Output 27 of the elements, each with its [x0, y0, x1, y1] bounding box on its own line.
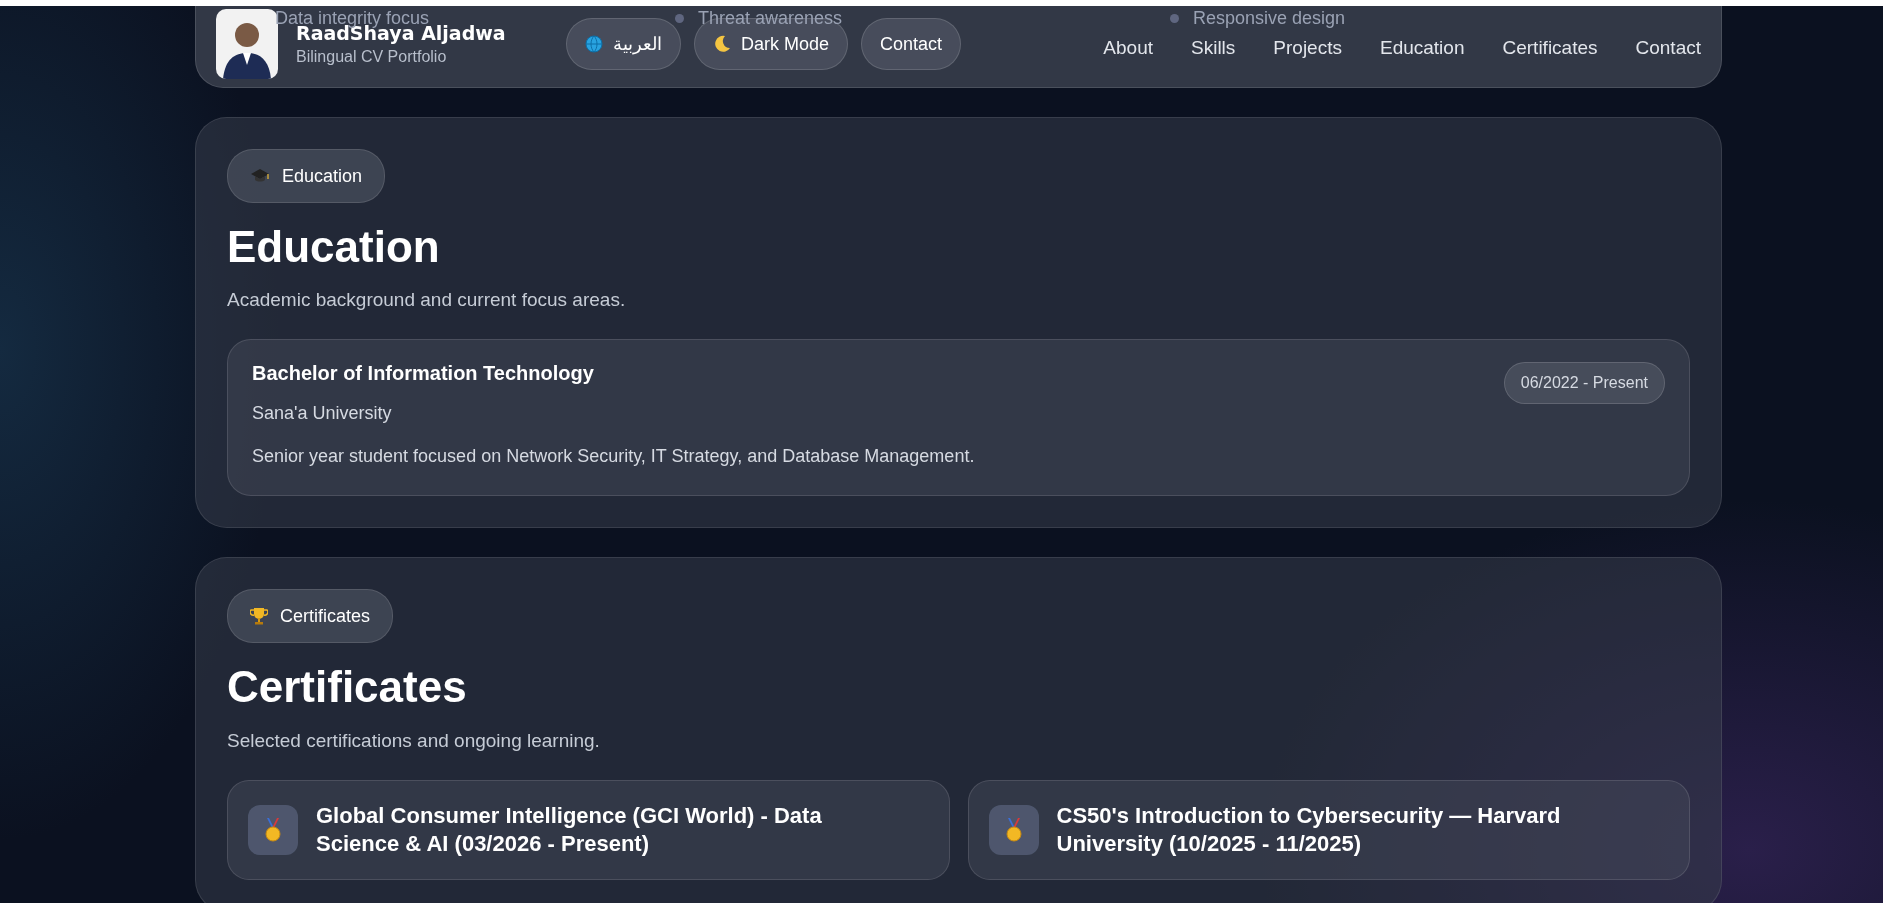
nav-link[interactable]: Contact	[1635, 37, 1701, 59]
moon-icon	[713, 35, 731, 53]
school-name: Sana'a University	[252, 403, 393, 425]
trophy-icon	[250, 607, 268, 626]
contact-button[interactable]: Contact	[861, 18, 962, 70]
nav-link[interactable]: About	[1103, 37, 1153, 59]
section-title: Education	[227, 223, 441, 272]
date-badge: 06/2022 - Present	[1503, 362, 1665, 405]
badge-label: Certificates	[280, 605, 371, 627]
medal-icon	[1003, 817, 1024, 842]
nav-link[interactable]: Projects	[1273, 37, 1342, 59]
globe-icon	[585, 35, 603, 53]
education-description: Senior year student focused on Network Security, IT Strategy, and Database Management.	[252, 446, 976, 468]
nav-link[interactable]: Skills	[1191, 37, 1236, 59]
nav-link[interactable]: Certificates	[1502, 37, 1598, 59]
degree-title: Bachelor of Information Technology	[252, 362, 595, 386]
section-subtitle: Selected certifications and ongoing learning.	[227, 729, 601, 752]
section-title: Certificates	[227, 663, 468, 712]
site-subtitle: Bilingual CV Portfolio	[296, 48, 448, 66]
nav-link[interactable]: Education	[1379, 37, 1465, 59]
graduation-cap-icon	[250, 168, 270, 184]
certificate-title: CS50's Introduction to Cybersecurity — Harvard University (10/2025 - 11/2025)	[1056, 802, 1562, 858]
badge-label: Education	[282, 165, 363, 187]
medal-icon	[263, 817, 283, 842]
section-subtitle: Academic background and current focus areas.	[227, 289, 627, 312]
certificate-title: Global Consumer Intelligence (GCI World) - Data Science & AI (03/2026 - Present)	[316, 802, 823, 858]
language-button[interactable]: العربية	[566, 18, 681, 70]
